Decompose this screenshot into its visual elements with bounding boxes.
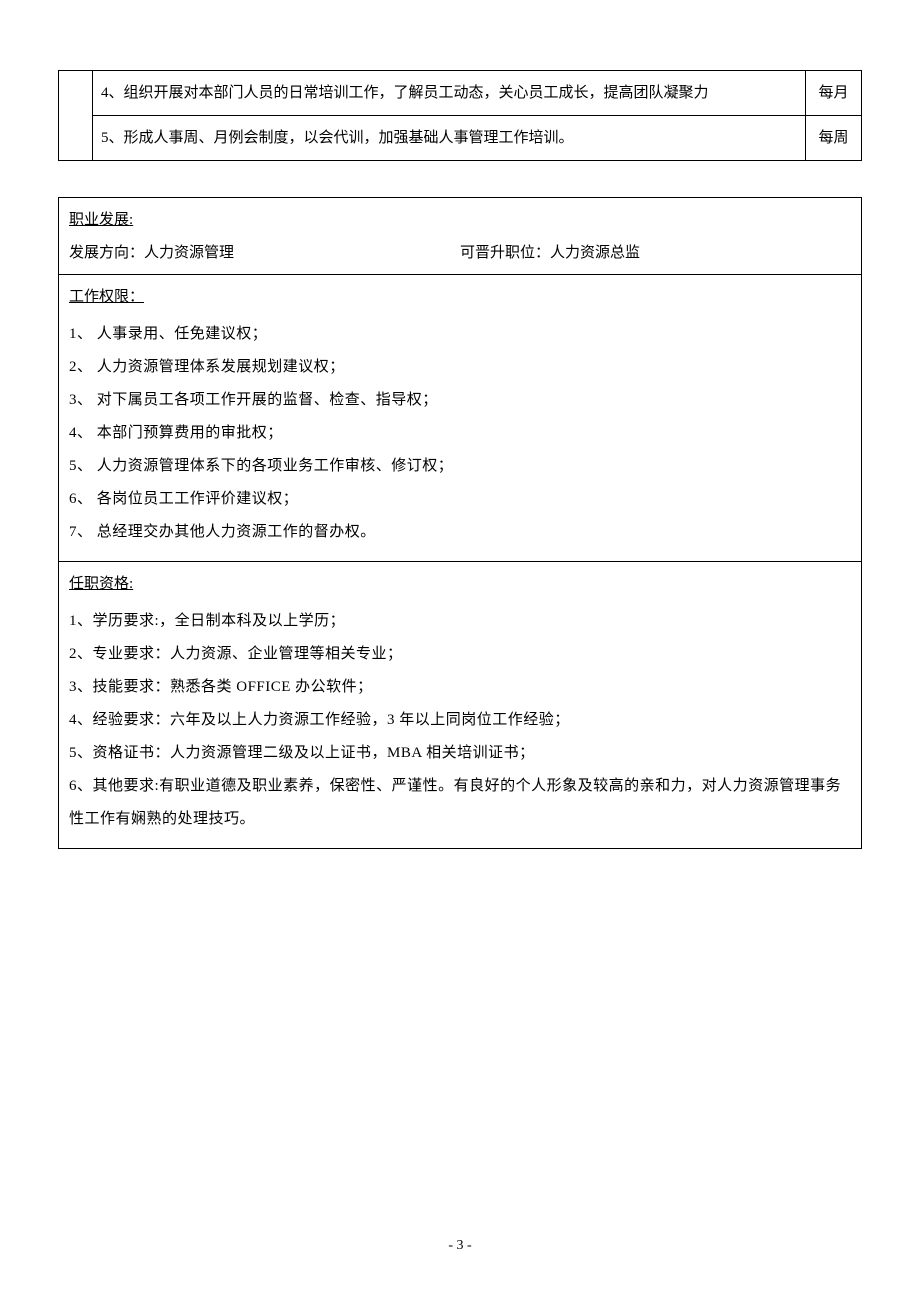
top-table-cell-freq: 每月 <box>806 71 862 116</box>
list-item: 1、 人事录用、任免建议权； <box>69 318 851 351</box>
qualification-section: 任职资格: 1、学历要求:，全日制本科及以上学历； 2、专业要求：人力资源、企业… <box>59 562 861 848</box>
list-item: 5、 人力资源管理体系下的各项业务工作审核、修订权； <box>69 450 851 483</box>
top-table-cell-freq: 每周 <box>806 116 862 161</box>
authority-title: 工作权限： <box>69 285 144 306</box>
top-table: 4、组织开展对本部门人员的日常培训工作，了解员工动态，关心员工成长，提高团队凝聚… <box>58 70 862 161</box>
list-item: 6、 各岗位员工工作评价建议权； <box>69 483 851 516</box>
career-title: 职业发展: <box>69 208 133 229</box>
list-item: 4、经验要求：六年及以上人力资源工作经验，3 年以上同岗位工作经验； <box>69 704 851 737</box>
list-item: 4、 本部门预算费用的审批权； <box>69 417 851 450</box>
list-item: 3、技能要求：熟悉各类 OFFICE 办公软件； <box>69 671 851 704</box>
career-direction: 发展方向：人力资源管理 <box>69 241 460 262</box>
list-item: 7、 总经理交办其他人力资源工作的督办权。 <box>69 516 851 549</box>
list-item: 5、资格证书：人力资源管理二级及以上证书，MBA 相关培训证书； <box>69 737 851 770</box>
table-row: 4、组织开展对本部门人员的日常培训工作，了解员工动态，关心员工成长，提高团队凝聚… <box>59 71 862 116</box>
career-promotion: 可晋升职位：人力资源总监 <box>460 241 851 262</box>
career-development-section: 职业发展: 发展方向：人力资源管理 可晋升职位：人力资源总监 <box>59 198 861 275</box>
list-item: 2、 人力资源管理体系发展规划建议权； <box>69 351 851 384</box>
top-table-left-stub <box>59 71 93 161</box>
list-item: 6、其他要求:有职业道德及职业素养，保密性、严谨性。有良好的个人形象及较高的亲和… <box>69 770 851 836</box>
top-table-cell-text: 4、组织开展对本部门人员的日常培训工作，了解员工动态，关心员工成长，提高团队凝聚… <box>93 71 806 116</box>
list-item: 3、 对下属员工各项工作开展的监督、检查、指导权； <box>69 384 851 417</box>
table-row: 5、形成人事周、月例会制度，以会代训，加强基础人事管理工作培训。 每周 <box>59 116 862 161</box>
list-item: 1、学历要求:，全日制本科及以上学历； <box>69 605 851 638</box>
main-box: 职业发展: 发展方向：人力资源管理 可晋升职位：人力资源总监 工作权限： 1、 … <box>58 197 862 849</box>
list-item: 2、专业要求：人力资源、企业管理等相关专业； <box>69 638 851 671</box>
career-row: 发展方向：人力资源管理 可晋升职位：人力资源总监 <box>69 241 851 262</box>
top-table-cell-text: 5、形成人事周、月例会制度，以会代训，加强基础人事管理工作培训。 <box>93 116 806 161</box>
qualification-title: 任职资格: <box>69 572 133 593</box>
work-authority-section: 工作权限： 1、 人事录用、任免建议权； 2、 人力资源管理体系发展规划建议权；… <box>59 275 861 562</box>
page-number: - 3 - <box>0 1238 920 1254</box>
